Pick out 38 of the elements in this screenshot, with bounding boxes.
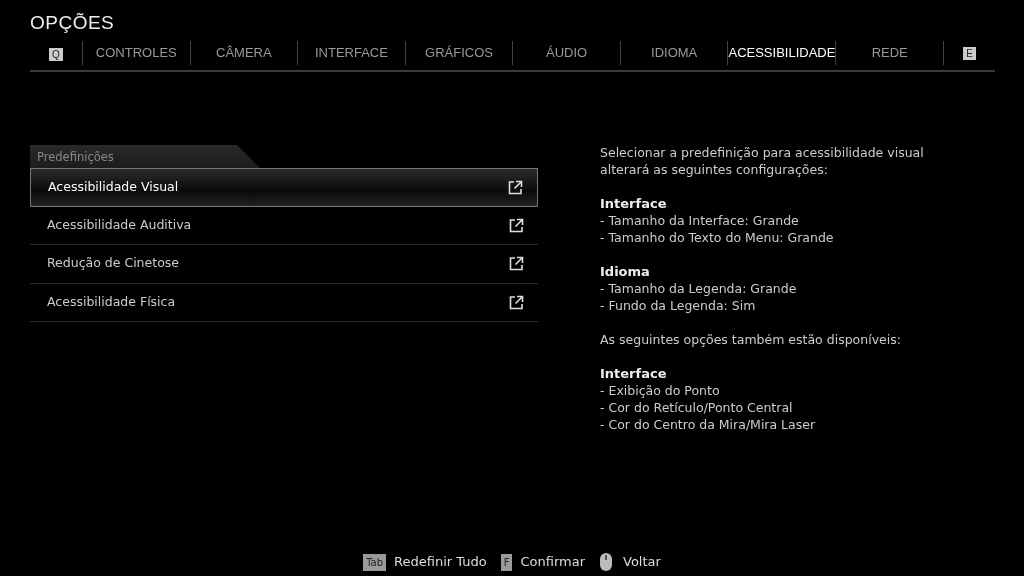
mouse-icon xyxy=(599,552,613,572)
setting-item: - Tamanho da Interface: Grande xyxy=(600,212,800,229)
external-link-icon xyxy=(508,179,523,195)
hint-label: Voltar xyxy=(623,553,661,572)
description-text: As seguintes opções também estão disponíveis: xyxy=(600,331,902,348)
key-hint: F xyxy=(500,553,513,571)
key-hint: E xyxy=(963,46,976,60)
setting-item: - Fundo da Legenda: Sim xyxy=(600,297,757,314)
setting-item: - Tamanho do Texto do Menu: Grande xyxy=(600,229,835,246)
setting-item: - Cor do Centro da Mira/Mira Laser xyxy=(600,416,817,433)
external-link-icon xyxy=(509,217,524,233)
section-header: Predefinições xyxy=(30,145,260,168)
description-text: Selecionar a predefinição para acessibilidade visual alterará as seguintes configurações: xyxy=(600,144,925,178)
preset-item[interactable]: Acessibilidade Auditiva xyxy=(30,206,538,245)
setting-item: - Exibição do Ponto xyxy=(600,382,721,399)
tab[interactable]: ÁUDIO xyxy=(512,41,620,65)
hint-label: Confirmar xyxy=(520,553,585,572)
tab[interactable]: REDE xyxy=(835,41,943,65)
section-heading: Interface xyxy=(600,365,668,382)
preset-item[interactable]: Acessibilidade Visual xyxy=(30,168,538,207)
page-title: OPÇÕES xyxy=(30,11,116,35)
external-link-icon xyxy=(509,294,524,310)
tab[interactable]: IDIOMA xyxy=(619,41,728,65)
hint-label: Redefinir Tudo xyxy=(394,553,487,572)
section-heading: Idioma xyxy=(600,263,651,280)
section-heading: Interface xyxy=(600,195,668,212)
key-hint: Q xyxy=(49,48,63,61)
tab[interactable]: ACESSIBILIDADE xyxy=(727,41,836,65)
preset-item[interactable]: Acessibilidade Física xyxy=(30,283,538,322)
tab[interactable]: CONTROLES xyxy=(82,41,190,65)
tab[interactable]: GRÁFICOS xyxy=(404,41,513,65)
setting-item: - Cor do Retículo/Ponto Central xyxy=(600,399,794,416)
preset-item[interactable]: Redução de Cinetose xyxy=(30,245,538,284)
setting-item: - Tamanho da Legenda: Grande xyxy=(600,280,798,297)
key-hint: Tab xyxy=(363,553,387,571)
tab[interactable]: CÂMERA xyxy=(189,41,298,65)
external-link-icon xyxy=(509,256,524,272)
tab[interactable]: INTERFACE xyxy=(297,41,405,65)
